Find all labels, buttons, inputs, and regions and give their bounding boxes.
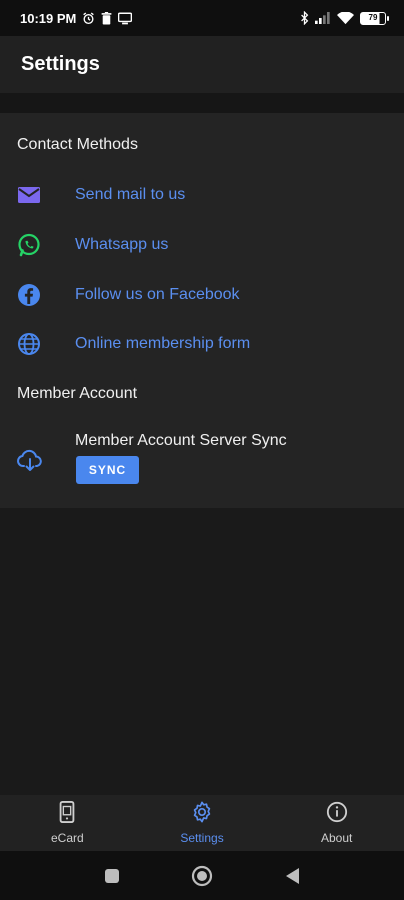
status-bar: 10:19 PM 79 (0, 0, 404, 36)
signal-icon (315, 12, 331, 24)
phone-card-icon (56, 801, 78, 828)
back-button[interactable] (277, 861, 307, 891)
nav-item-ecard[interactable]: eCard (0, 795, 135, 851)
cloud-download-icon (17, 448, 43, 474)
settings-panel: Contact Methods Send mail to us Whatsapp… (0, 113, 404, 508)
status-bar-left: 10:19 PM (20, 10, 133, 26)
battery-icon: 79 (360, 11, 389, 25)
gear-icon (191, 801, 213, 828)
nav-label-ecard: eCard (50, 831, 84, 845)
alarm-icon (82, 12, 95, 25)
sync-title: Member Account Server Sync (75, 432, 287, 449)
globe-icon (17, 332, 41, 356)
contact-row-facebook[interactable]: Follow us on Facebook (0, 273, 404, 317)
facebook-icon (17, 283, 41, 307)
member-account-sync-row: Member Account Server Sync SYNC (0, 428, 404, 498)
bluetooth-icon (300, 11, 309, 25)
sync-button[interactable]: SYNC (76, 456, 139, 484)
delete-icon (101, 11, 112, 25)
contact-row-membership-form[interactable]: Online membership form (0, 322, 404, 366)
contact-row-facebook-label: Follow us on Facebook (75, 286, 240, 303)
contact-row-mail-label: Send mail to us (75, 186, 186, 203)
section-header-contact-methods: Contact Methods (17, 136, 138, 153)
nav-item-about[interactable]: About (269, 795, 404, 851)
screen-icon (118, 12, 133, 25)
mail-icon (17, 183, 41, 207)
whatsapp-icon (17, 233, 41, 257)
info-icon (326, 801, 348, 828)
nav-label-about: About (321, 831, 353, 845)
contact-row-whatsapp[interactable]: Whatsapp us (0, 223, 404, 267)
home-button[interactable] (187, 861, 217, 891)
app-bar: Settings (0, 36, 404, 93)
battery-level: 79 (368, 13, 378, 22)
contact-row-whatsapp-label: Whatsapp us (75, 236, 169, 253)
section-header-member-account: Member Account (17, 385, 138, 402)
nav-item-settings[interactable]: Settings (135, 795, 270, 851)
divider (0, 93, 404, 113)
page-title: Settings (21, 53, 100, 75)
wifi-icon (337, 11, 354, 25)
status-bar-right: 79 (300, 11, 389, 25)
status-time: 10:19 PM (20, 10, 77, 26)
bottom-nav: eCard Settings About (0, 795, 404, 851)
system-nav-bar (0, 851, 404, 900)
recents-button[interactable] (97, 861, 127, 891)
nav-label-settings: Settings (180, 831, 224, 845)
contact-row-membership-form-label: Online membership form (75, 335, 251, 352)
contact-row-mail[interactable]: Send mail to us (0, 173, 404, 217)
